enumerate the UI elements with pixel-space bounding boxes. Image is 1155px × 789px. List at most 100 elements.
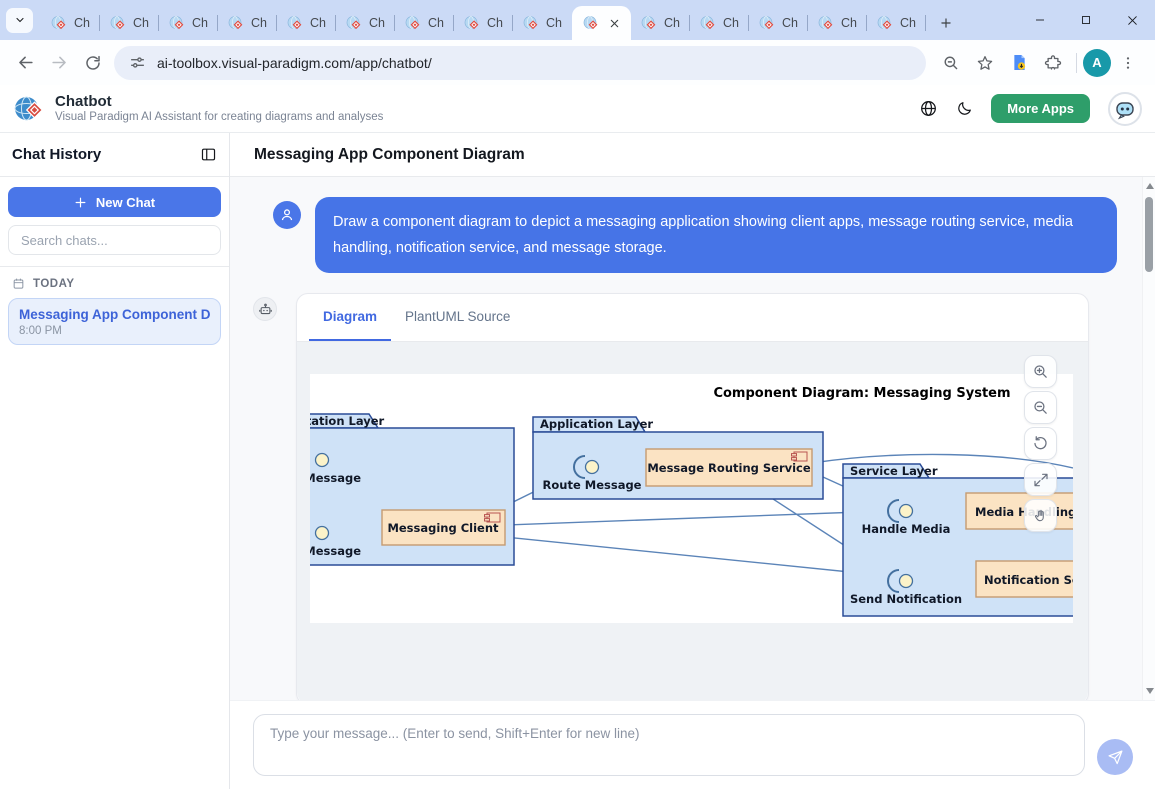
visual-paradigm-favicon: [818, 15, 834, 31]
docs-offline-extension-button[interactable]: [1002, 46, 1036, 80]
bookmark-star-button[interactable]: [968, 46, 1002, 80]
visual-paradigm-favicon: [700, 15, 716, 31]
scroll-down-arrow[interactable]: [1146, 688, 1154, 694]
maximize-button[interactable]: [1063, 0, 1109, 40]
browser-tab-active[interactable]: [572, 6, 631, 40]
extensions-button[interactable]: [1036, 46, 1070, 80]
send-plane-icon: [1107, 749, 1124, 766]
result-tabs: Diagram PlantUML Source: [297, 294, 1088, 342]
visual-paradigm-favicon: [523, 15, 539, 31]
window-controls: [1017, 0, 1155, 40]
sidebar-header: Chat History: [0, 133, 229, 177]
dark-mode-button[interactable]: [956, 100, 973, 117]
expand-icon: [1033, 472, 1049, 488]
search-chats-input[interactable]: [8, 225, 221, 255]
tab-title: Ch: [487, 16, 503, 30]
browser-tab[interactable]: Ch: [867, 6, 926, 40]
chatbot-mascot-avatar[interactable]: [1108, 92, 1142, 126]
zoom-indicator-button[interactable]: [934, 46, 968, 80]
chat-item-title: Messaging App Component Di...: [19, 307, 210, 322]
message-input[interactable]: [253, 714, 1085, 776]
new-chat-button[interactable]: New Chat: [8, 187, 221, 217]
browser-tab[interactable]: Ch: [808, 6, 867, 40]
close-icon: [1126, 14, 1139, 27]
collapse-sidebar-button[interactable]: [198, 144, 219, 165]
message-composer: [230, 700, 1155, 789]
address-bar[interactable]: ai-toolbox.visual-paradigm.com/app/chatb…: [114, 46, 926, 80]
minimize-button[interactable]: [1017, 0, 1063, 40]
app-titles: Chatbot Visual Paradigm AI Assistant for…: [55, 93, 383, 124]
toolbar-separator: [1076, 53, 1077, 73]
close-window-button[interactable]: [1109, 0, 1155, 40]
tab-title: Ch: [723, 16, 739, 30]
zoom-out-button[interactable]: [1024, 391, 1057, 424]
browser-tab[interactable]: Ch: [749, 6, 808, 40]
puzzle-icon: [1044, 54, 1062, 72]
pan-tool-button[interactable]: [1024, 499, 1057, 532]
diagram-canvas[interactable]: Presentation Layer Application Layer Ser…: [310, 374, 1073, 623]
app-header: Chatbot Visual Paradigm AI Assistant for…: [0, 85, 1155, 133]
language-button[interactable]: [919, 99, 938, 118]
chat-item-time: 8:00 PM: [19, 325, 210, 337]
tab-title: Ch: [192, 16, 208, 30]
vertical-scrollbar[interactable]: [1142, 177, 1155, 700]
star-icon: [976, 54, 994, 72]
component-notification-service-label: Notification Service: [984, 573, 1073, 587]
visual-paradigm-favicon: [583, 15, 599, 31]
new-tab-button[interactable]: [932, 9, 959, 36]
visual-paradigm-logo: [13, 93, 45, 125]
hand-pan-icon: [1033, 508, 1049, 524]
browser-tab[interactable]: Ch: [336, 6, 395, 40]
tab-title: Ch: [251, 16, 267, 30]
forward-button[interactable]: [42, 46, 76, 80]
conversation-title: Messaging App Component Diagram: [230, 133, 1155, 177]
tab-title: Ch: [546, 16, 562, 30]
plus-icon: [939, 16, 953, 30]
zoom-in-icon: [1032, 363, 1049, 380]
scroll-up-arrow[interactable]: [1146, 183, 1154, 189]
main-panel: Messaging App Component Diagram Draw a c…: [230, 133, 1155, 789]
user-message-row: Draw a component diagram to depict a mes…: [273, 197, 1117, 273]
scrollbar-thumb[interactable]: [1145, 197, 1153, 272]
robot-mascot-icon: [1113, 97, 1137, 121]
browser-tab[interactable]: Ch: [159, 6, 218, 40]
browser-tab[interactable]: Ch: [100, 6, 159, 40]
profile-avatar[interactable]: A: [1083, 49, 1111, 77]
browser-tab[interactable]: Ch: [513, 6, 572, 40]
browser-tab[interactable]: Ch: [395, 6, 454, 40]
today-label: TODAY: [33, 278, 75, 290]
today-section-header: TODAY: [0, 267, 229, 297]
close-tab-icon[interactable]: [609, 18, 620, 29]
browser-tab[interactable]: Ch: [631, 6, 690, 40]
kebab-menu-icon: [1120, 55, 1136, 71]
header-actions: More Apps: [919, 92, 1142, 126]
send-button[interactable]: [1097, 739, 1133, 775]
zoom-in-button[interactable]: [1024, 355, 1057, 388]
reset-view-button[interactable]: [1024, 427, 1057, 460]
tab-plantuml-source[interactable]: PlantUML Source: [391, 294, 524, 341]
diagram-title: Component Diagram: Messaging System: [713, 386, 1010, 401]
user-message-bubble: Draw a component diagram to depict a mes…: [315, 197, 1117, 273]
reload-button[interactable]: [76, 46, 110, 80]
browser-tab[interactable]: Ch: [454, 6, 513, 40]
visual-paradigm-favicon: [641, 15, 657, 31]
app-title: Chatbot: [55, 93, 383, 110]
tab-search-button[interactable]: [6, 8, 33, 33]
browser-tab[interactable]: Ch: [277, 6, 336, 40]
browser-menu-button[interactable]: [1111, 46, 1145, 80]
browser-tab[interactable]: Ch: [41, 6, 100, 40]
chevron-down-icon: [14, 14, 26, 26]
tab-title: Ch: [310, 16, 326, 30]
more-apps-button[interactable]: More Apps: [991, 94, 1090, 123]
tab-diagram[interactable]: Diagram: [309, 294, 391, 341]
fullscreen-button[interactable]: [1024, 463, 1057, 496]
back-button[interactable]: [8, 46, 42, 80]
component-diagram: Presentation Layer Application Layer Ser…: [310, 374, 1073, 623]
zoom-out-icon: [1032, 399, 1049, 416]
browser-tab[interactable]: Ch: [218, 6, 277, 40]
visual-paradigm-favicon: [51, 15, 67, 31]
browser-tab[interactable]: Ch: [690, 6, 749, 40]
visual-paradigm-favicon: [346, 15, 362, 31]
tab-title: Ch: [74, 16, 90, 30]
chat-history-item[interactable]: Messaging App Component Di... 8:00 PM: [8, 298, 221, 345]
